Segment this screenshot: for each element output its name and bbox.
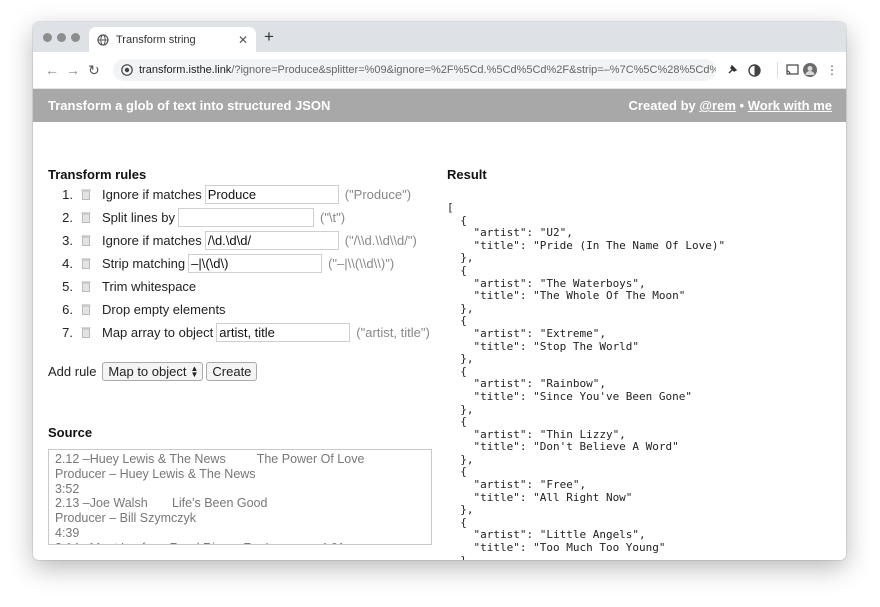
reload-icon[interactable]: ↻ — [88, 61, 100, 79]
trash-icon[interactable] — [81, 234, 91, 246]
lock-icon — [121, 64, 133, 76]
zoom-window-button[interactable] — [71, 33, 80, 42]
extension-icon[interactable] — [747, 63, 761, 77]
rule-7: 7. Map array to object ("artist, title") — [57, 322, 430, 342]
rule-type-selected: Map to object — [108, 364, 187, 379]
close-window-button[interactable] — [43, 33, 52, 42]
rule-number: 1. — [62, 186, 73, 202]
tab-close-icon[interactable]: ✕ — [238, 33, 248, 47]
site-title: Transform a glob of text into structured… — [48, 98, 331, 113]
rule-3: 3. Ignore if matches ("/\\d.\\d\\d/") — [57, 230, 417, 250]
source-textarea[interactable]: 2.12 –Huey Lewis & The News The Power Of… — [48, 449, 432, 545]
result-heading: Result — [447, 167, 487, 182]
rule-number: 3. — [62, 232, 73, 248]
trash-icon[interactable] — [81, 280, 91, 292]
rule-4: 4. Strip matching ("–|\\(\\d\\)") — [57, 253, 394, 273]
transform-rules-heading: Transform rules — [48, 167, 147, 182]
trash-icon[interactable] — [81, 303, 91, 315]
rule-label: Strip matching — [102, 255, 186, 271]
globe-icon — [97, 33, 109, 46]
trash-icon[interactable] — [81, 257, 91, 269]
tab-title: Transform string — [116, 33, 196, 46]
create-button[interactable]: Create — [206, 362, 258, 381]
source-heading: Source — [48, 425, 93, 440]
rule-hint: ("artist, title") — [356, 324, 430, 340]
rule-label: Map array to object — [102, 324, 214, 340]
site-header: Transform a glob of text into structured… — [33, 89, 846, 122]
rule-label: Drop empty elements — [102, 301, 226, 317]
minimize-window-button[interactable] — [57, 33, 66, 42]
author-link[interactable]: @rem — [699, 98, 736, 113]
browser-toolbar: ← → ↻ transform.isthe.link/?ignore=Produ… — [33, 52, 846, 89]
header-credits: Created by @rem • Work with me — [629, 98, 832, 113]
cast-icon[interactable] — [785, 63, 799, 77]
browser-window: Transform string ✕ + ← → ↻ transform.ist… — [33, 22, 846, 560]
rule-value-input[interactable] — [216, 322, 351, 342]
profile-avatar[interactable] — [803, 63, 817, 77]
rule-6: 6. Drop empty elements — [57, 299, 226, 319]
address-bar[interactable]: transform.isthe.link/?ignore=Produce&spl… — [113, 59, 716, 81]
tab-bar: Transform string ✕ + — [33, 22, 846, 52]
rule-hint: ("Produce") — [344, 186, 412, 202]
work-with-me-link[interactable]: Work with me — [748, 98, 832, 113]
forward-arrow-icon[interactable]: → — [66, 61, 80, 79]
rule-number: 2. — [62, 209, 73, 225]
rule-1: 1. Ignore if matches ("Produce") — [57, 184, 411, 204]
main-content: Transform rules 1. Ignore if matches ("P… — [33, 122, 846, 560]
rule-type-select[interactable]: Map to object ▲ ▼ — [102, 362, 204, 381]
rule-hint: ("–|\\(\\d\\)") — [328, 255, 395, 271]
new-tab-button[interactable]: + — [264, 28, 274, 45]
add-rule-row: Add rule Map to object ▲ ▼ Create — [48, 362, 258, 381]
rule-value-input[interactable] — [204, 184, 339, 204]
rule-number: 7. — [62, 324, 73, 340]
separator-dot: • — [739, 98, 745, 113]
trash-icon[interactable] — [81, 211, 91, 223]
kebab-menu-icon[interactable]: ⋮ — [825, 63, 839, 77]
created-by-label: Created by — [628, 98, 696, 113]
back-arrow-icon[interactable]: ← — [45, 61, 59, 79]
add-rule-label: Add rule — [48, 364, 97, 379]
rule-value-input[interactable] — [188, 253, 323, 273]
rule-label: Split lines by — [102, 209, 175, 225]
toolbar-divider — [777, 62, 778, 78]
rule-hint: ("/\\d.\\d\\d/") — [344, 232, 417, 248]
url-host: transform.isthe.link — [139, 64, 232, 76]
url-path: /?ignore=Produce&splitter=%09&ignore=%2F… — [231, 64, 716, 76]
rule-label: Trim whitespace — [102, 278, 197, 294]
trash-icon[interactable] — [81, 188, 91, 200]
trash-icon[interactable] — [81, 326, 91, 338]
rule-hint: ("\t") — [319, 209, 346, 225]
rule-5: 5. Trim whitespace — [57, 276, 196, 296]
pin-icon[interactable] — [725, 63, 739, 77]
select-arrows-icon: ▲ ▼ — [190, 363, 199, 379]
rule-2: 2. Split lines by ("\t") — [57, 207, 345, 227]
rule-number: 6. — [62, 301, 73, 317]
rule-label: Ignore if matches — [102, 232, 202, 248]
rule-value-input[interactable] — [204, 230, 339, 250]
rule-number: 5. — [62, 278, 73, 294]
rule-label: Ignore if matches — [102, 186, 202, 202]
rule-value-input[interactable] — [177, 207, 314, 227]
rule-number: 4. — [62, 255, 73, 271]
browser-tab[interactable]: Transform string ✕ — [89, 27, 256, 52]
result-json: [ { "artist": "U2", "title": "Pride (In … — [447, 202, 726, 560]
